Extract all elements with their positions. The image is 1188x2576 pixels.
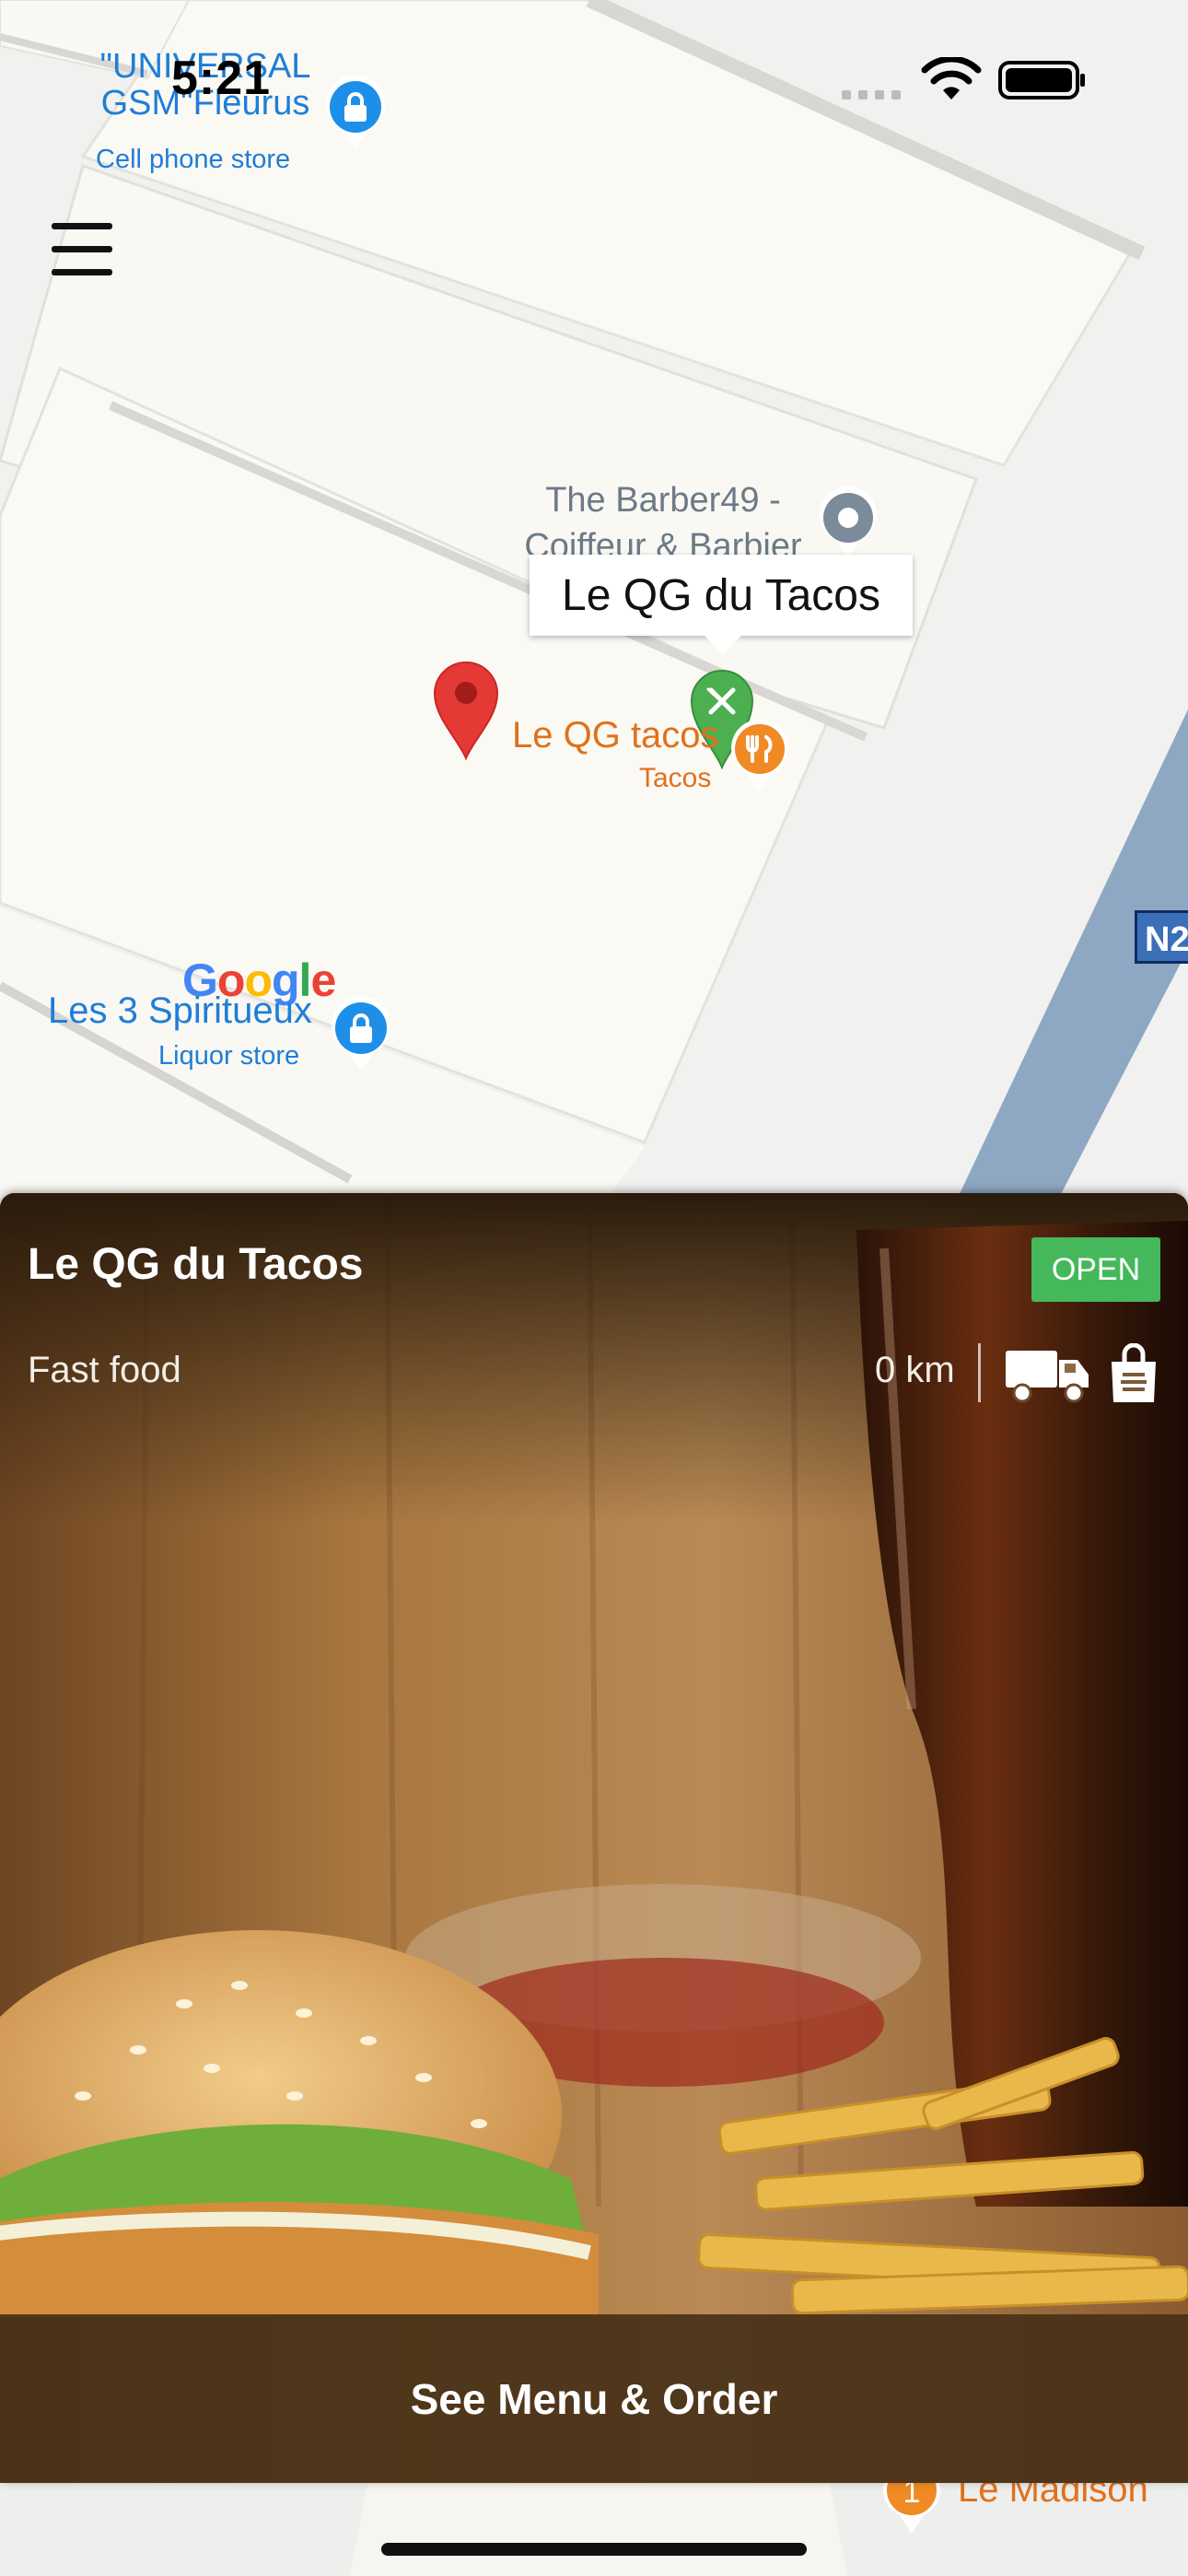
see-menu-order-label: See Menu & Order [410, 2374, 778, 2423]
current-location-pin-icon[interactable] [431, 659, 501, 760]
callout-tail [705, 636, 741, 654]
status-time: 5:21 [171, 52, 272, 105]
liquor-store-pin-icon[interactable] [328, 995, 394, 1072]
restaurant-category: Fast food [28, 1350, 181, 1390]
delivery-truck-icon [1006, 1351, 1089, 1403]
menu-bar-bottom [52, 269, 112, 275]
road-shield-n2: N2 [1135, 910, 1188, 964]
takeaway-bag-icon [1112, 1343, 1156, 1402]
wifi-icon [921, 57, 982, 100]
poi-spiritueux-name[interactable]: Les 3 Spiritueux [48, 992, 312, 1029]
poi-gsm-category: Cell phone store [96, 145, 291, 174]
poi-barber-line1: The Barber49 - [545, 481, 781, 520]
battery-icon [998, 61, 1085, 100]
distance-label: 0 km [875, 1350, 955, 1390]
shopping-bag-pin-icon[interactable] [322, 74, 389, 151]
menu-bar-middle [52, 246, 112, 252]
marker-info-callout[interactable]: Le QG du Tacos [530, 555, 913, 636]
food-pin-icon[interactable] [728, 717, 792, 794]
divider [978, 1343, 981, 1402]
cellular-signal-icon [842, 90, 901, 100]
restaurant-name: Le QG du Tacos [28, 1240, 364, 1289]
home-indicator[interactable] [381, 2543, 807, 2556]
restaurant-card[interactable]: Le QG du Tacos OPEN Fast food 0 km See M… [0, 1193, 1188, 2483]
menu-bar-top [52, 223, 112, 229]
poi-tacos-name[interactable]: Le QG tacos [512, 715, 719, 756]
poi-tacos-category: Tacos [639, 763, 712, 793]
poi-spiritueux-category: Liquor store [158, 1041, 300, 1071]
open-status-badge: OPEN [1031, 1237, 1160, 1302]
menu-button[interactable] [46, 219, 120, 280]
barber-pin-icon[interactable] [816, 486, 880, 559]
callout-title: Le QG du Tacos [562, 570, 880, 620]
see-menu-order-button[interactable]: See Menu & Order [0, 2314, 1188, 2483]
